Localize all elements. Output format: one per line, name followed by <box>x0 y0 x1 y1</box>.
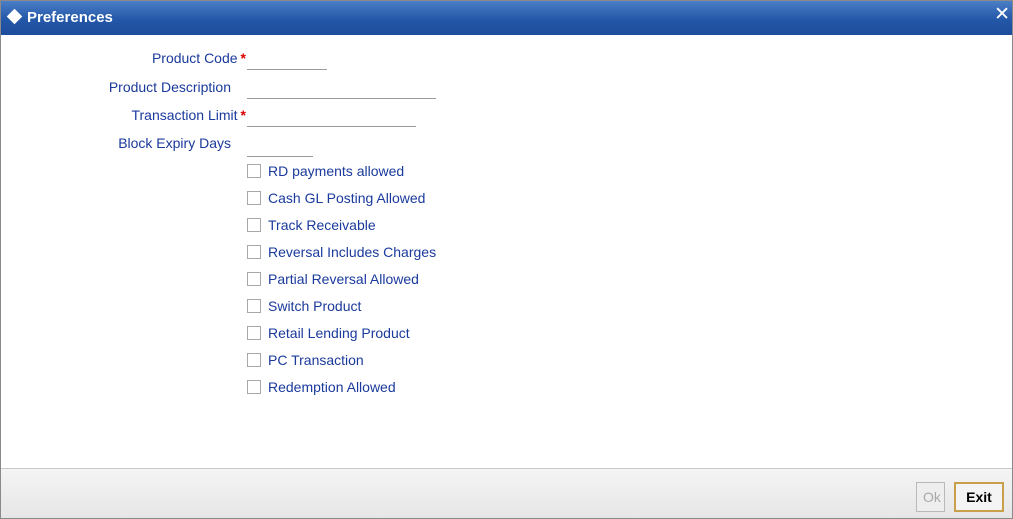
exit-button[interactable]: Exit <box>954 482 1004 512</box>
diamond-icon <box>6 8 23 25</box>
checkbox-label: Partial Reversal Allowed <box>268 271 419 287</box>
required-marker: * <box>240 50 246 66</box>
checkbox-label: Track Receivable <box>268 217 376 233</box>
transaction-limit-label: Transaction Limit * <box>61 107 246 123</box>
checkbox-box[interactable] <box>247 326 261 340</box>
checkbox-label: Cash GL Posting Allowed <box>268 190 426 206</box>
checkbox-box[interactable] <box>247 272 261 286</box>
ok-button[interactable]: Ok <box>916 482 945 512</box>
product-description-label: Product Description <box>108 79 231 95</box>
checkbox-label: Switch Product <box>268 298 362 314</box>
checkbox-label: PC Transaction <box>268 352 364 368</box>
checkbox-box[interactable] <box>247 218 261 232</box>
window-title: Preferences <box>27 9 113 26</box>
title-bar: Preferences ✕ <box>1 1 1012 35</box>
preferences-window: Preferences ✕ Product Code * Product Desc… <box>0 0 1013 519</box>
transaction-limit-input[interactable] <box>247 108 416 127</box>
checkbox-label: Redemption Allowed <box>268 379 396 395</box>
close-icon[interactable]: ✕ <box>994 5 1010 24</box>
required-marker: * <box>240 107 246 123</box>
checkbox-label: Reversal Includes Charges <box>268 244 437 260</box>
block-expiry-days-input[interactable] <box>247 138 313 157</box>
product-description-input[interactable] <box>247 80 436 99</box>
checkbox-label: Retail Lending Product <box>268 325 410 341</box>
checkbox-box[interactable] <box>247 299 261 313</box>
product-code-label: Product Code * <box>101 50 246 66</box>
checkbox-box[interactable] <box>247 191 261 205</box>
checkbox-label: RD payments allowed <box>268 163 405 179</box>
checkbox-box[interactable] <box>247 245 261 259</box>
product-code-input[interactable] <box>247 51 327 70</box>
product-code-label-text: Product Code <box>151 50 238 66</box>
transaction-limit-label-text: Transaction Limit <box>131 107 238 123</box>
checkbox-box[interactable] <box>247 164 261 178</box>
checkbox-box[interactable] <box>247 380 261 394</box>
dialog-footer: Ok Exit <box>1 468 1012 518</box>
block-expiry-days-label: Block Expiry Days <box>118 135 231 151</box>
checkbox-box[interactable] <box>247 353 261 367</box>
